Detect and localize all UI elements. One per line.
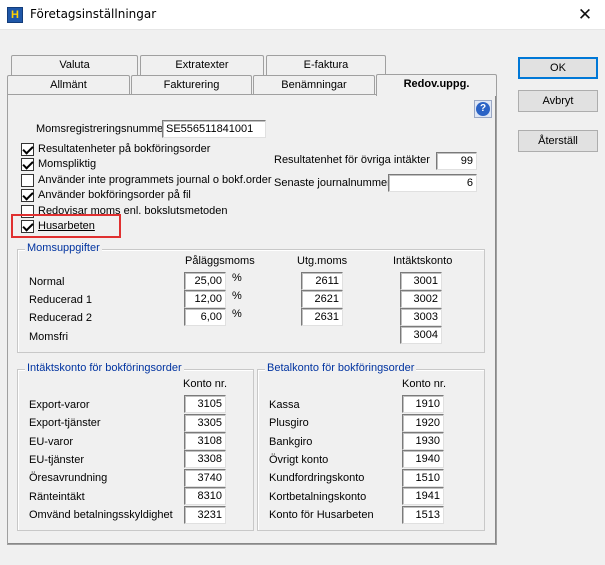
tab-benamningar[interactable]: Benämningar [253, 75, 375, 95]
reset-button[interactable]: Återställ [518, 130, 598, 152]
betal-konto-input[interactable]: 1920 [402, 414, 444, 432]
cancel-button[interactable]: Avbryt [518, 90, 598, 112]
intakt-row-label: Omvänd betalningsskyldighet [29, 509, 173, 521]
tab-redov-uppg[interactable]: Redov.uppg. [376, 74, 497, 96]
app-icon: H [7, 7, 23, 23]
betal-row-label: Konto för Husarbeten [269, 509, 374, 521]
resultatenhet-input[interactable]: 99 [436, 152, 477, 170]
percent-label: % [232, 290, 242, 302]
betal-group [257, 369, 485, 531]
journalnummer-label: Senaste journalnummer [274, 177, 391, 189]
percent-label: % [232, 272, 242, 284]
checkbox-label: Momspliktig [38, 158, 97, 170]
tab-valuta[interactable]: Valuta [11, 55, 138, 75]
moms-row-label: Reducerad 2 [29, 312, 92, 324]
intaktskonto-input[interactable]: 3001 [400, 272, 442, 290]
header-intaktskonto: Intäktskonto [393, 255, 453, 267]
betal-row-label: Övrigt konto [269, 454, 329, 466]
journalnummer-input[interactable]: 6 [388, 174, 477, 192]
intakt-row-label: Export-tjänster [29, 417, 101, 429]
help-icon[interactable]: ? [474, 100, 492, 118]
resultatenhet-label: Resultatenhet för övriga intäkter [274, 154, 430, 166]
checkbox-ej-journal[interactable] [21, 174, 34, 187]
betal-row-label: Kortbetalningskonto [269, 491, 367, 503]
header-konto-nr: Konto nr. [183, 378, 228, 390]
percent-label: % [232, 308, 242, 320]
moms-group-title: Momsuppgifter [25, 242, 102, 254]
rate-input[interactable]: 12,00 [184, 290, 226, 308]
utg-moms-input[interactable]: 2611 [301, 272, 343, 290]
title-bar: H Företagsinställningar ✕ [0, 0, 605, 30]
checkbox-bokforingsorder-fil[interactable] [21, 189, 34, 202]
ok-button[interactable]: OK [518, 57, 598, 79]
intaktskonto-input[interactable]: 3002 [400, 290, 442, 308]
window-title: Företagsinställningar [30, 7, 157, 21]
betal-row-label: Kundfordringskonto [269, 472, 365, 484]
betal-row-label: Kassa [269, 399, 300, 411]
betal-group-title: Betalkonto för bokföringsorder [265, 362, 417, 374]
tab-extratexter[interactable]: Extratexter [140, 55, 264, 75]
intakt-group-title: Intäktskonto för bokföringsorder [25, 362, 184, 374]
intakt-konto-input[interactable]: 3108 [184, 432, 226, 450]
betal-konto-input[interactable]: 1510 [402, 469, 444, 487]
rate-input[interactable]: 25,00 [184, 272, 226, 290]
intakt-konto-input[interactable]: 3308 [184, 450, 226, 468]
intakt-row-label: Öresavrundning [29, 472, 108, 484]
tab-e-faktura[interactable]: E-faktura [266, 55, 386, 75]
moms-row-label: Normal [29, 276, 65, 288]
checkbox-resultatenheter[interactable] [21, 143, 34, 156]
header-konto-nr: Konto nr. [402, 378, 447, 390]
utg-moms-input[interactable]: 2621 [301, 290, 343, 308]
vat-reg-label: Momsregistreringsnummer [36, 123, 167, 135]
close-icon[interactable]: ✕ [570, 4, 600, 26]
vat-reg-input[interactable]: SE556511841001 [162, 120, 266, 138]
moms-row-label: Reducerad 1 [29, 294, 92, 306]
intakt-konto-input[interactable]: 3105 [184, 395, 226, 413]
checkbox-momspliktig[interactable] [21, 158, 34, 171]
intakt-row-label: Ränteintäkt [29, 491, 85, 503]
intakt-konto-input[interactable]: 3231 [184, 506, 226, 524]
highlight-box [11, 214, 121, 238]
intakt-row-label: EU-tjänster [29, 454, 85, 466]
intakt-konto-input[interactable]: 3305 [184, 414, 226, 432]
betal-konto-input[interactable]: 1930 [402, 432, 444, 450]
checkbox-label: Resultatenheter på bokföringsorder [38, 143, 211, 155]
betal-row-label: Plusgiro [269, 417, 309, 429]
tab-allmant[interactable]: Allmänt [7, 75, 130, 95]
checkbox-label: Använder inte programmets journal o bokf… [38, 174, 272, 186]
checkbox-label: Använder bokföringsorder på fil [38, 189, 191, 201]
intaktskonto-input[interactable]: 3003 [400, 308, 442, 326]
intakt-konto-input[interactable]: 3740 [184, 469, 226, 487]
header-palaggsmoms: Påläggsmoms [185, 255, 255, 267]
intakt-row-label: EU-varor [29, 436, 74, 448]
intakt-konto-input[interactable]: 8310 [184, 487, 226, 505]
betal-row-label: Bankgiro [269, 436, 313, 448]
betal-konto-input[interactable]: 1513 [402, 506, 444, 524]
intakt-row-label: Export-varor [29, 399, 90, 411]
betal-konto-input[interactable]: 1910 [402, 395, 444, 413]
betal-konto-input[interactable]: 1940 [402, 450, 444, 468]
rate-input[interactable]: 6,00 [184, 308, 226, 326]
utg-moms-input[interactable]: 2631 [301, 308, 343, 326]
betal-konto-input[interactable]: 1941 [402, 487, 444, 505]
moms-row-label: Momsfri [29, 331, 69, 343]
tab-fakturering[interactable]: Fakturering [131, 75, 252, 95]
intaktskonto-input[interactable]: 3004 [400, 326, 442, 344]
header-utg-moms: Utg.moms [297, 255, 348, 267]
